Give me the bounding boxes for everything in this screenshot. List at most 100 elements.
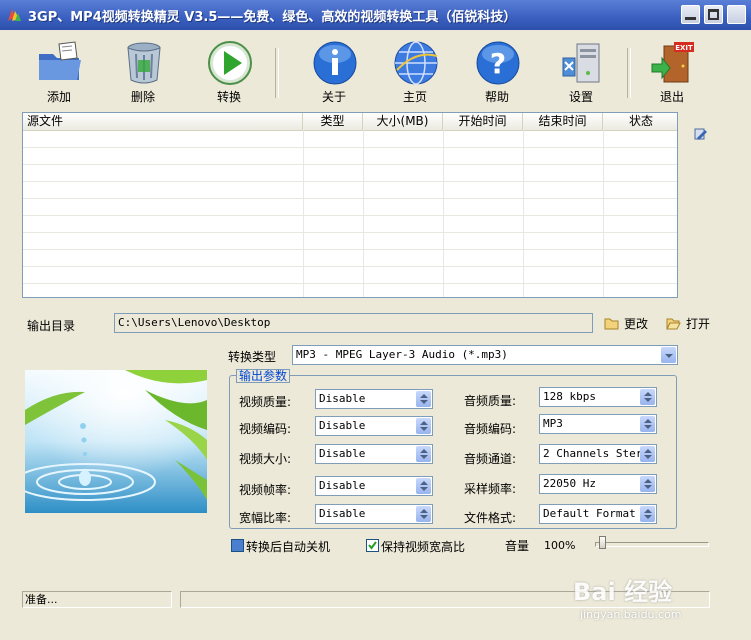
about-button[interactable]: 关于	[299, 30, 369, 108]
audio-quality-label: 音频质量:	[464, 394, 517, 408]
settings-button[interactable]: 设置	[546, 30, 616, 108]
frame-rate-label: 视频帧率:	[239, 483, 292, 497]
aspect-ratio-label: 宽幅比率:	[239, 511, 292, 525]
spinner-icon[interactable]	[640, 446, 655, 462]
output-params-title: 输出参数	[236, 369, 291, 383]
spinner-icon[interactable]	[416, 446, 431, 462]
frame-rate-select[interactable]: Disable	[315, 476, 433, 496]
exit-door-icon: EXIT	[651, 42, 694, 83]
open-dir-button[interactable]: 打开	[666, 315, 716, 331]
folder-icon	[604, 318, 619, 330]
spinner-icon[interactable]	[416, 391, 431, 407]
spinner-icon[interactable]	[640, 476, 655, 492]
status-text: 准备...	[22, 591, 172, 608]
column-header-start-time[interactable]: 开始时间	[443, 113, 523, 130]
sample-rate-label: 采样频率:	[464, 482, 517, 496]
svg-text:?: ?	[490, 47, 506, 80]
column-header-end-time[interactable]: 结束时间	[523, 113, 603, 130]
convert-type-label: 转换类型	[228, 350, 277, 364]
spinner-icon[interactable]	[640, 506, 655, 522]
audio-channels-label: 音频通道:	[464, 452, 517, 466]
minimize-button[interactable]	[681, 5, 700, 24]
change-dir-button[interactable]: 更改	[604, 315, 654, 331]
volume-slider-track[interactable]	[595, 542, 709, 547]
column-header-status[interactable]: 状态	[603, 113, 677, 130]
toolbar: 添加 删除 转换 关于 主页 ? 帮助 设置 EXIT 退出	[0, 30, 751, 108]
frame-rate-value: Disable	[319, 479, 366, 492]
open-folder-icon	[666, 318, 681, 330]
file-format-select[interactable]: Default Format	[539, 504, 657, 524]
output-dir-field[interactable]: C:\Users\Lenovo\Desktop	[114, 313, 593, 333]
spinner-icon[interactable]	[640, 389, 655, 405]
change-label: 更改	[624, 317, 649, 331]
list-column-line	[523, 130, 524, 297]
spinner-icon[interactable]	[416, 418, 431, 434]
list-row-line	[23, 249, 677, 250]
list-row-line	[23, 283, 677, 284]
window-title: 3GP、MP4视频转换精灵 V3.5——免费、绿色、高效的视频转换工具（佰锐科技…	[28, 10, 517, 25]
globe-icon	[394, 41, 438, 85]
volume-slider-thumb[interactable]	[599, 536, 606, 549]
maximize-button[interactable]	[704, 5, 723, 24]
auto-shutdown-label: 转换后自动关机	[246, 540, 331, 554]
preview-image	[25, 370, 207, 513]
help-question-icon: ?	[476, 41, 520, 85]
about-label: 关于	[321, 90, 346, 104]
list-row-line	[23, 232, 677, 233]
settings-label: 设置	[568, 90, 593, 104]
file-list[interactable]: 源文件 类型 大小(MB) 开始时间 结束时间 状态	[22, 112, 678, 298]
spinner-icon[interactable]	[416, 506, 431, 522]
check-icon	[368, 541, 377, 550]
help-button[interactable]: ? 帮助	[462, 30, 532, 108]
output-dir-label: 输出目录	[27, 319, 76, 333]
list-column-line	[303, 130, 304, 297]
video-codec-select[interactable]: Disable	[315, 416, 433, 436]
delete-button[interactable]: 删除	[108, 30, 178, 108]
audio-quality-select[interactable]: 128 kbps	[539, 387, 657, 407]
exit-button[interactable]: EXIT 退出	[637, 30, 707, 108]
audio-channels-value: 2 Channels Stere	[543, 447, 649, 460]
close-button[interactable]	[727, 5, 746, 24]
list-header: 源文件 类型 大小(MB) 开始时间 结束时间 状态	[23, 113, 677, 131]
auto-shutdown-checkbox[interactable]	[231, 539, 244, 552]
sample-rate-select[interactable]: 22050 Hz	[539, 474, 657, 494]
exit-sign-text: EXIT	[675, 44, 693, 52]
list-column-line	[603, 130, 604, 297]
help-label: 帮助	[484, 90, 509, 104]
convert-button[interactable]: 转换	[194, 30, 264, 108]
exit-label: 退出	[659, 90, 684, 104]
properties-icon[interactable]	[693, 126, 709, 142]
column-header-source[interactable]: 源文件	[23, 113, 303, 130]
audio-channels-select[interactable]: 2 Channels Stere	[539, 444, 657, 464]
video-size-select[interactable]: Disable	[315, 444, 433, 464]
video-codec-label: 视频编码:	[239, 422, 292, 436]
dropdown-arrow-icon[interactable]	[661, 347, 676, 363]
add-button[interactable]: 添加	[24, 30, 94, 108]
aspect-ratio-select[interactable]: Disable	[315, 504, 433, 524]
column-header-size[interactable]: 大小(MB)	[363, 113, 443, 130]
file-format-label: 文件格式:	[464, 511, 517, 525]
video-size-value: Disable	[319, 447, 366, 460]
audio-codec-value: MP3	[543, 417, 563, 430]
volume-value: 100%	[544, 539, 576, 552]
toolbar-separator	[627, 48, 631, 98]
convert-label: 转换	[216, 90, 241, 104]
list-row-line	[23, 215, 677, 216]
keep-aspect-checkbox[interactable]	[366, 539, 379, 552]
spinner-icon[interactable]	[416, 478, 431, 494]
convert-type-select[interactable]: MP3 - MPEG Layer-3 Audio (*.mp3)	[292, 345, 678, 365]
list-row-line	[23, 181, 677, 182]
file-format-value: Default Format	[543, 507, 636, 520]
add-label: 添加	[46, 90, 71, 104]
delete-label: 删除	[130, 90, 155, 104]
spinner-icon[interactable]	[640, 416, 655, 432]
column-header-type[interactable]: 类型	[303, 113, 363, 130]
list-column-line	[443, 130, 444, 297]
sample-rate-value: 22050 Hz	[543, 477, 596, 490]
audio-codec-label: 音频编码:	[464, 422, 517, 436]
audio-codec-select[interactable]: MP3	[539, 414, 657, 434]
video-size-label: 视频大小:	[239, 452, 292, 466]
home-button[interactable]: 主页	[380, 30, 450, 108]
video-quality-select[interactable]: Disable	[315, 389, 433, 409]
keep-aspect-label: 保持视频宽高比	[381, 540, 466, 554]
